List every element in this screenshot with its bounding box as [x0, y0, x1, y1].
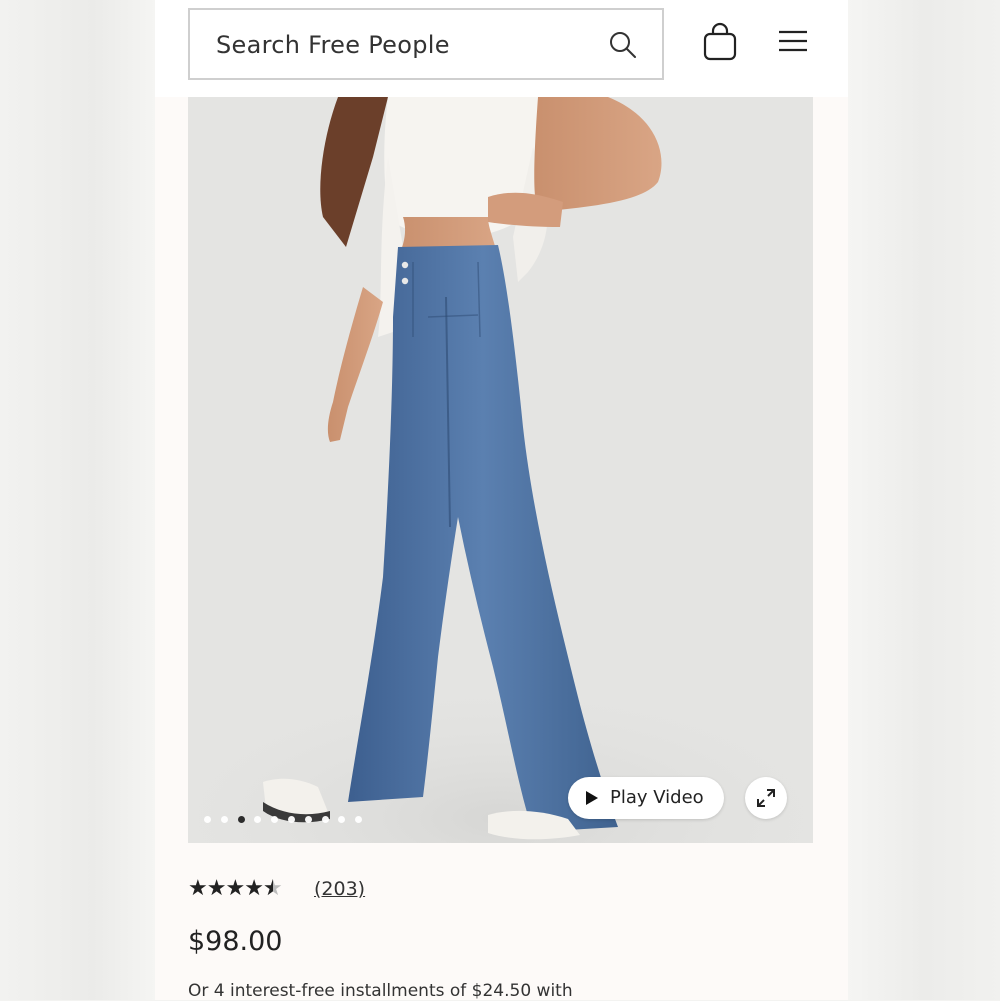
star-icon: ★ [206, 876, 227, 901]
shopping-bag-icon[interactable] [700, 22, 740, 62]
play-icon [586, 791, 598, 805]
hamburger-menu-icon[interactable] [777, 27, 809, 55]
gallery-dot[interactable] [304, 816, 312, 823]
site-header: Search Free People [155, 0, 848, 97]
product-image[interactable]: Play Video [188, 97, 813, 843]
play-video-button[interactable]: Play Video [568, 777, 724, 819]
search-icon[interactable] [608, 30, 638, 60]
mobile-page: Search Free People Play Video ★★★★★ ★ (2… [155, 0, 848, 1001]
half-star-icon: ★ ★ [262, 876, 283, 901]
installments-text: Or 4 interest-free installments of $24.5… [188, 981, 573, 1001]
star-icon: ★ [225, 876, 245, 901]
expand-image-button[interactable] [745, 777, 787, 819]
star-icon: ★ [188, 876, 208, 901]
gallery-dot[interactable] [321, 816, 329, 823]
search-input[interactable]: Search Free People [188, 8, 664, 80]
expand-icon [757, 789, 775, 807]
gallery-dot[interactable] [220, 816, 228, 823]
product-price: $98.00 [188, 926, 283, 957]
star-icon: ★ [244, 876, 264, 901]
gallery-dot[interactable] [237, 816, 245, 823]
star-rating: ★★★★★ ★ [188, 876, 283, 901]
review-count-link[interactable]: (203) [314, 878, 365, 900]
background-right [848, 0, 1000, 1000]
play-video-label: Play Video [610, 787, 704, 808]
gallery-dot[interactable] [288, 816, 295, 823]
background-left [0, 0, 155, 1000]
gallery-dot[interactable] [204, 816, 211, 823]
search-placeholder: Search Free People [216, 31, 450, 59]
product-photo [188, 97, 813, 843]
